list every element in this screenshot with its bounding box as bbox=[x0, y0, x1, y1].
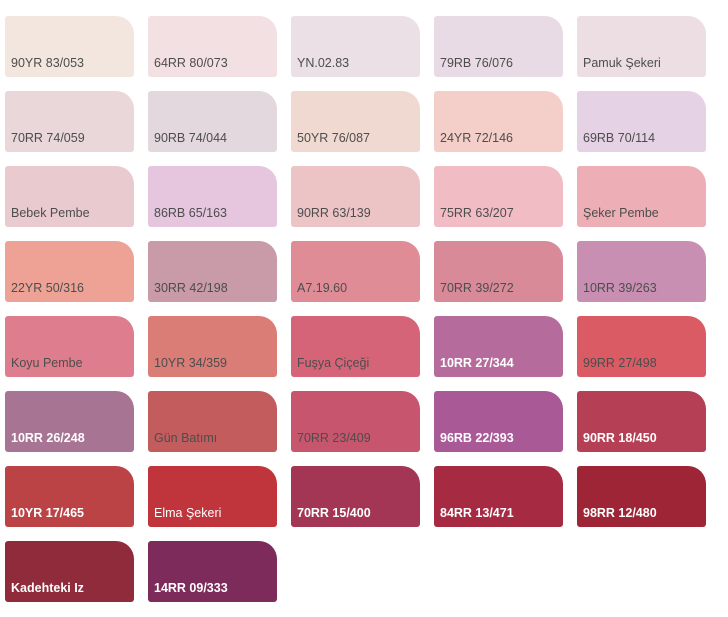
swatch-label: 50YR 76/087 bbox=[297, 131, 370, 145]
swatch-label: 70RR 74/059 bbox=[11, 131, 85, 145]
swatch-label: 10YR 34/359 bbox=[154, 356, 227, 370]
color-swatch[interactable]: Elma Şekeri bbox=[148, 466, 277, 527]
color-swatch[interactable]: Kadehteki Iz bbox=[5, 541, 134, 602]
color-swatch[interactable]: 30RR 42/198 bbox=[148, 241, 277, 302]
color-swatch[interactable]: YN.02.83 bbox=[291, 16, 420, 77]
swatch-label: 75RR 63/207 bbox=[440, 206, 514, 220]
swatch-label: Gün Batımı bbox=[154, 431, 218, 445]
swatch-label: 10YR 17/465 bbox=[11, 506, 84, 520]
swatch-label: 90RR 63/139 bbox=[297, 206, 371, 220]
swatch-label: 14RR 09/333 bbox=[154, 581, 228, 595]
swatch-label: Elma Şekeri bbox=[154, 506, 222, 520]
swatch-label: Fuşya Çiçeği bbox=[297, 356, 370, 370]
swatch-label: 99RR 27/498 bbox=[583, 356, 657, 370]
color-swatch[interactable]: 70RR 74/059 bbox=[5, 91, 134, 152]
color-swatch[interactable]: Pamuk Şekeri bbox=[577, 16, 706, 77]
color-swatch[interactable]: 10RR 39/263 bbox=[577, 241, 706, 302]
swatch-label: 90YR 83/053 bbox=[11, 56, 84, 70]
color-swatch[interactable]: 10RR 26/248 bbox=[5, 391, 134, 452]
color-swatch[interactable]: 99RR 27/498 bbox=[577, 316, 706, 377]
color-swatch[interactable]: 98RR 12/480 bbox=[577, 466, 706, 527]
color-swatch[interactable]: 70RR 23/409 bbox=[291, 391, 420, 452]
swatch-label: 64RR 80/073 bbox=[154, 56, 228, 70]
color-swatch[interactable]: 90YR 83/053 bbox=[5, 16, 134, 77]
color-swatch[interactable]: 69RB 70/114 bbox=[577, 91, 706, 152]
color-swatch[interactable]: 10YR 34/359 bbox=[148, 316, 277, 377]
swatch-label: 70RR 15/400 bbox=[297, 506, 371, 520]
color-swatch-grid: 90YR 83/053 64RR 80/073 YN.02.83 79RB 76/07… bbox=[0, 0, 728, 617]
swatch-label: 90RB 74/044 bbox=[154, 131, 227, 145]
swatch-label: 70RR 23/409 bbox=[297, 431, 371, 445]
swatch-label: 10RR 27/344 bbox=[440, 356, 514, 370]
color-swatch[interactable]: 70RR 39/272 bbox=[434, 241, 563, 302]
swatch-label: 96RB 22/393 bbox=[440, 431, 514, 445]
color-swatch[interactable]: Koyu Pembe bbox=[5, 316, 134, 377]
color-swatch[interactable]: 96RB 22/393 bbox=[434, 391, 563, 452]
color-swatch[interactable]: Şeker Pembe bbox=[577, 166, 706, 227]
color-swatch[interactable]: 86RB 65/163 bbox=[148, 166, 277, 227]
color-swatch[interactable]: Gün Batımı bbox=[148, 391, 277, 452]
color-swatch[interactable]: 10RR 27/344 bbox=[434, 316, 563, 377]
color-swatch[interactable]: 10YR 17/465 bbox=[5, 466, 134, 527]
color-swatch[interactable]: 84RR 13/471 bbox=[434, 466, 563, 527]
color-swatch[interactable]: Bebek Pembe bbox=[5, 166, 134, 227]
swatch-label: 69RB 70/114 bbox=[583, 131, 656, 145]
swatch-label: 24YR 72/146 bbox=[440, 131, 513, 145]
swatch-label: 10RR 39/263 bbox=[583, 281, 657, 295]
color-swatch[interactable]: 90RR 63/139 bbox=[291, 166, 420, 227]
swatch-label: Koyu Pembe bbox=[11, 356, 83, 370]
swatch-label: 90RR 18/450 bbox=[583, 431, 657, 445]
color-swatch[interactable]: 79RB 76/076 bbox=[434, 16, 563, 77]
color-swatch[interactable]: Fuşya Çiçeği bbox=[291, 316, 420, 377]
swatch-label: Pamuk Şekeri bbox=[583, 56, 661, 70]
color-swatch[interactable]: 64RR 80/073 bbox=[148, 16, 277, 77]
color-swatch[interactable]: 22YR 50/316 bbox=[5, 241, 134, 302]
swatch-label: 84RR 13/471 bbox=[440, 506, 514, 520]
swatch-label: YN.02.83 bbox=[297, 56, 350, 70]
color-swatch[interactable]: 90RB 74/044 bbox=[148, 91, 277, 152]
color-swatch[interactable]: 70RR 15/400 bbox=[291, 466, 420, 527]
color-swatch[interactable]: 50YR 76/087 bbox=[291, 91, 420, 152]
swatch-label: 22YR 50/316 bbox=[11, 281, 84, 295]
color-swatch[interactable]: 24YR 72/146 bbox=[434, 91, 563, 152]
swatch-label: Bebek Pembe bbox=[11, 206, 90, 220]
color-swatch[interactable]: 75RR 63/207 bbox=[434, 166, 563, 227]
swatch-label: 98RR 12/480 bbox=[583, 506, 657, 520]
swatch-label: 86RB 65/163 bbox=[154, 206, 227, 220]
swatch-label: 70RR 39/272 bbox=[440, 281, 514, 295]
swatch-label: Şeker Pembe bbox=[583, 206, 659, 220]
swatch-label: 10RR 26/248 bbox=[11, 431, 85, 445]
swatch-label: Kadehteki Iz bbox=[11, 581, 84, 595]
color-swatch[interactable]: A7.19.60 bbox=[291, 241, 420, 302]
color-swatch[interactable]: 14RR 09/333 bbox=[148, 541, 277, 602]
swatch-label: A7.19.60 bbox=[297, 281, 348, 295]
color-swatch[interactable]: 90RR 18/450 bbox=[577, 391, 706, 452]
swatch-label: 79RB 76/076 bbox=[440, 56, 513, 70]
swatch-label: 30RR 42/198 bbox=[154, 281, 228, 295]
